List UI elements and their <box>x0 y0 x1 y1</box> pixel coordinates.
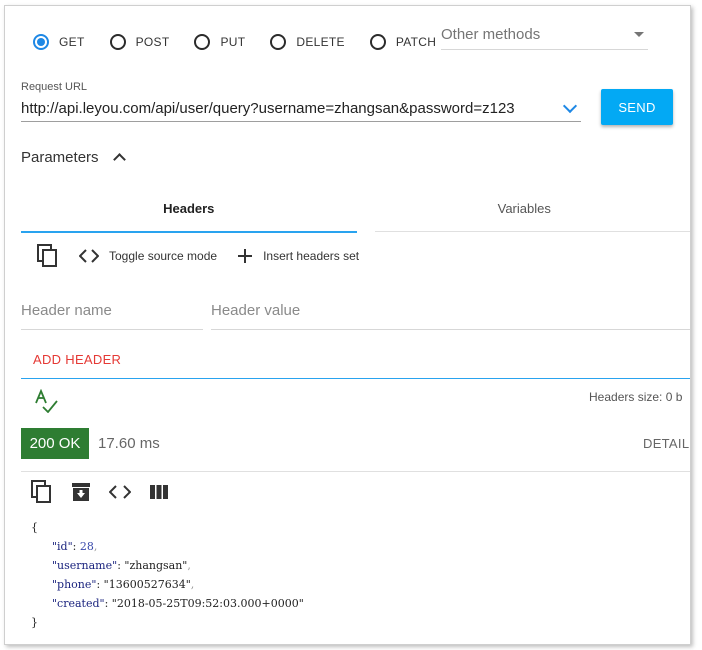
tabs-divider <box>375 231 690 232</box>
json-value: "zhangsan" <box>124 559 188 572</box>
header-name-field <box>21 302 203 330</box>
toggle-source-button[interactable]: Toggle source mode <box>79 249 217 263</box>
chevron-up-icon <box>112 153 126 166</box>
save-response-button[interactable] <box>71 482 91 507</box>
code-icon <box>79 249 99 263</box>
caret-down-icon <box>634 32 644 37</box>
header-value-field <box>211 302 690 330</box>
json-open: { <box>31 521 38 534</box>
add-header-divider <box>21 378 690 379</box>
method-get-label: GET <box>59 35 85 49</box>
status-badge: 200 OK <box>21 428 89 459</box>
add-header-button[interactable]: ADD HEADER <box>33 352 121 367</box>
method-delete-label: DELETE <box>296 35 345 49</box>
headers-toolbar: Toggle source mode Insert headers set <box>37 242 379 270</box>
headers-size: Headers size: 0 b <box>589 390 683 404</box>
tab-headers[interactable]: Headers <box>21 189 357 233</box>
method-delete[interactable]: DELETE <box>270 34 345 50</box>
copy-icon <box>31 479 51 503</box>
parameter-tabs: Headers Variables <box>21 189 691 233</box>
response-toolbar <box>31 479 187 509</box>
column-view-button[interactable] <box>149 484 169 505</box>
json-row: "phone": "13600527634", <box>51 578 195 591</box>
json-row: "username": "zhangsan", <box>51 559 191 572</box>
response-divider <box>21 471 690 472</box>
json-key: "id" <box>51 540 73 553</box>
other-methods-label: Other methods <box>441 26 541 43</box>
json-key: "created" <box>51 597 105 610</box>
chevron-down-icon[interactable] <box>562 98 578 114</box>
details-button[interactable]: DETAILS <box>643 436 690 451</box>
copy-headers-button[interactable] <box>37 244 59 268</box>
parameters-toggle[interactable]: Parameters <box>21 149 126 166</box>
insert-headers-label: Insert headers set <box>263 249 360 263</box>
archive-icon <box>72 482 90 501</box>
header-value-input[interactable] <box>211 302 690 319</box>
json-row: "created": "2018-05-25T09:52:03.000+0000… <box>51 597 304 610</box>
response-json: { "id": 28, "username": "zhangsan", "pho… <box>31 518 304 632</box>
toggle-source-label: Toggle source mode <box>109 249 218 263</box>
method-post[interactable]: POST <box>109 34 170 50</box>
json-key: "phone" <box>51 578 97 591</box>
method-selector: GET POST PUT DELETE PATCH <box>33 28 461 56</box>
method-put-label: PUT <box>220 35 246 49</box>
json-value: "13600527634" <box>103 578 191 591</box>
copy-icon <box>37 244 57 267</box>
parameters-label: Parameters <box>21 149 99 166</box>
radio-put[interactable] <box>194 34 211 50</box>
app-window: GET POST PUT DELETE PATCH Other methods … <box>4 5 691 645</box>
radio-post[interactable] <box>109 34 126 50</box>
tab-variables[interactable]: Variables <box>357 189 691 233</box>
radio-get[interactable] <box>33 34 49 50</box>
source-view-button[interactable] <box>108 484 132 504</box>
request-url-input[interactable] <box>21 100 561 117</box>
insert-headers-button[interactable]: Insert headers set <box>237 248 359 264</box>
copy-response-button[interactable] <box>31 479 53 509</box>
method-get[interactable]: GET <box>33 34 85 50</box>
radio-delete[interactable] <box>270 34 287 50</box>
method-put[interactable]: PUT <box>194 34 245 50</box>
json-close: } <box>31 616 38 629</box>
method-post-label: POST <box>135 35 170 49</box>
code-icon <box>108 484 132 499</box>
columns-icon <box>150 484 168 499</box>
radio-patch[interactable] <box>369 34 386 50</box>
response-time: 17.60 ms <box>98 435 160 452</box>
send-button[interactable]: SEND <box>601 89 673 125</box>
header-name-input[interactable] <box>21 302 203 319</box>
json-row: "id": 28, <box>51 540 98 553</box>
json-key: "username" <box>51 559 118 572</box>
plus-icon <box>238 249 253 263</box>
method-patch-label: PATCH <box>395 35 437 49</box>
json-value: 28 <box>79 540 94 553</box>
request-url-field <box>21 96 581 122</box>
json-value: "2018-05-25T09:52:03.000+0000" <box>111 597 304 610</box>
other-methods-dropdown[interactable]: Other methods <box>441 20 648 50</box>
method-patch[interactable]: PATCH <box>369 34 437 50</box>
spellcheck-icon[interactable] <box>35 389 59 413</box>
request-url-label: Request URL <box>21 81 88 93</box>
